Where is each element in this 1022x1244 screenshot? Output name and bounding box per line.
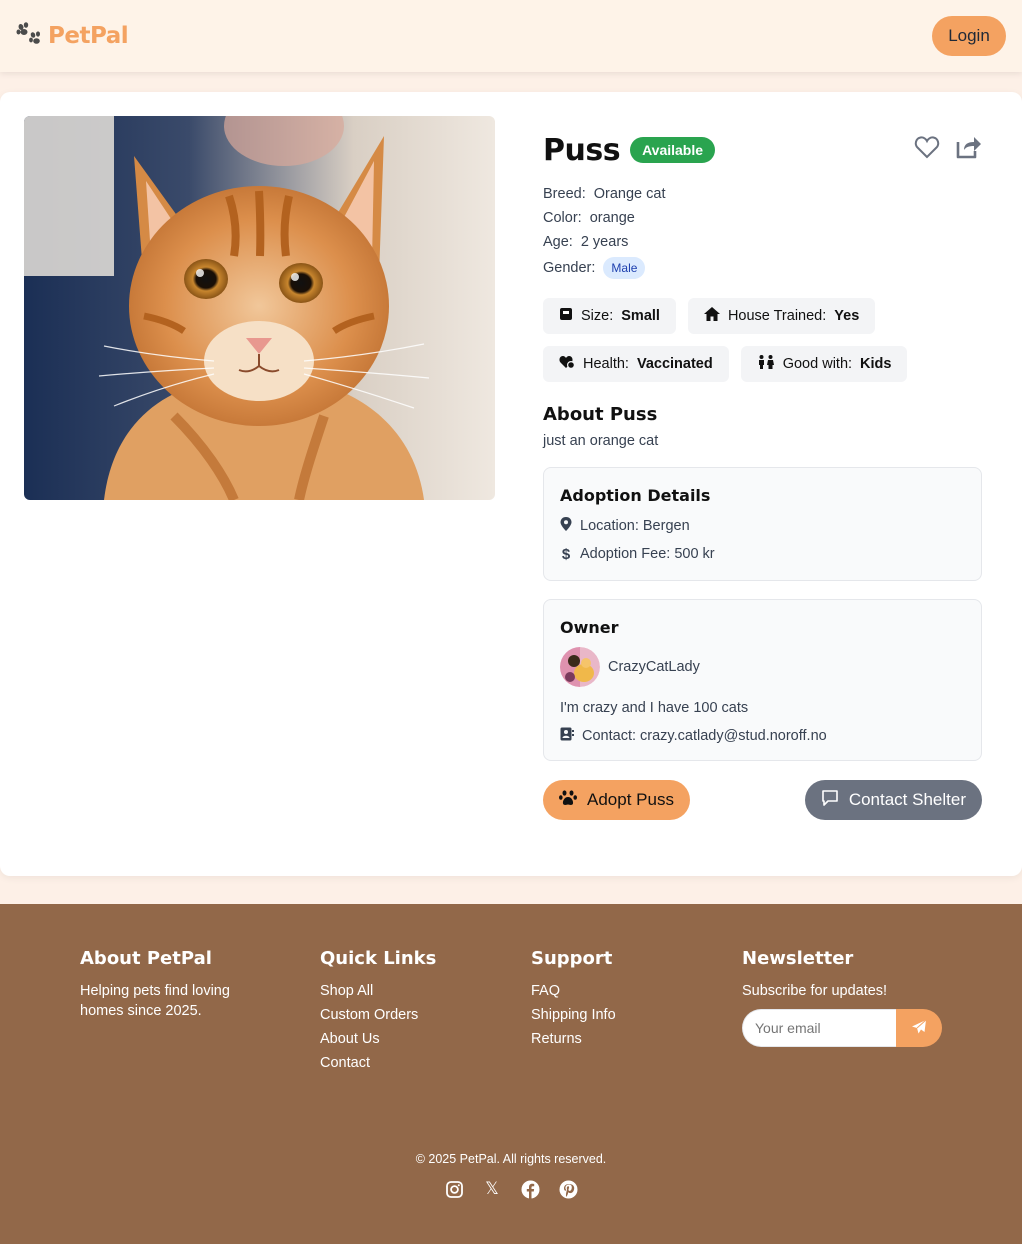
- fact-breed: Breed: Orange cat: [543, 182, 982, 206]
- paper-plane-icon: [911, 1019, 927, 1038]
- footer-newsletter: Newsletter Subscribe for updates!: [742, 948, 942, 1047]
- chip-label: Size:: [581, 308, 614, 324]
- fact-value: Orange cat: [593, 186, 666, 202]
- pet-detail-card: Puss Available Breed: Orange cat Color: or…: [0, 92, 1022, 876]
- share-icon[interactable]: [954, 134, 982, 165]
- footer-link-custom-orders[interactable]: Custom Orders: [320, 1005, 436, 1025]
- footer-support: Support FAQ Shipping Info Returns: [531, 948, 616, 1053]
- title-row: Puss Available: [543, 132, 982, 168]
- fact-label: Color:: [543, 210, 582, 226]
- pet-photo: [24, 116, 495, 500]
- pet-name: Puss: [543, 132, 621, 168]
- footer-about: About PetPal Helping pets find loving ho…: [80, 948, 260, 1021]
- chip-value: Vaccinated: [636, 356, 713, 372]
- about-title: About Puss: [543, 404, 658, 425]
- pinterest-icon[interactable]: [558, 1178, 578, 1200]
- login-button[interactable]: Login: [932, 16, 1006, 56]
- facebook-icon[interactable]: [520, 1178, 540, 1200]
- gender-badge: Male: [603, 257, 646, 279]
- status-badge: Available: [630, 137, 716, 163]
- chat-bubble-icon: [821, 789, 839, 811]
- fact-label: Gender:: [543, 260, 596, 276]
- pet-facts: Breed: Orange cat Color: orange Age: 2 year…: [543, 182, 982, 282]
- dollar-icon: $: [561, 545, 571, 563]
- chip-house-trained: House Trained: Yes: [687, 298, 876, 334]
- footer-link-faq[interactable]: FAQ: [531, 981, 616, 1001]
- fact-value: orange: [589, 210, 635, 226]
- paw-logo-icon: [16, 21, 42, 51]
- footer-support-title: Support: [531, 948, 613, 969]
- ruler-box-icon: [559, 307, 573, 325]
- footer-about-title: About PetPal: [80, 948, 212, 969]
- site-footer: About PetPal Helping pets find loving ho…: [0, 904, 1022, 1244]
- owner-box: Owner CrazyCatLady I'm crazy and I have …: [543, 599, 982, 761]
- avatar[interactable]: [560, 647, 600, 687]
- adopt-button-label: Adopt Puss: [587, 790, 674, 809]
- footer-newsletter-title: Newsletter: [742, 948, 854, 969]
- attribute-chips: Size: Small House Trained: Yes Health: Vacc…: [543, 298, 982, 382]
- owner-bio: I'm crazy and I have 100 cats: [560, 699, 965, 717]
- footer-about-text: Helping pets find loving homes since 202…: [80, 983, 230, 1019]
- footer-quick-links: Quick Links Shop All Custom Orders About…: [320, 948, 436, 1077]
- owner-contact: Contact: crazy.catlady@stud.noroff.no: [560, 727, 965, 745]
- adoption-fee: $ Adoption Fee: 500 kr: [560, 545, 965, 563]
- chip-health: Health: Vaccinated: [543, 346, 729, 382]
- brand-logo[interactable]: PetPal: [16, 21, 129, 51]
- pet-info: Puss Available Breed: Orange cat Color: or…: [543, 132, 982, 761]
- fee-text: Adoption Fee: 500 kr: [580, 546, 715, 562]
- fact-label: Breed:: [543, 186, 586, 202]
- favorite-heart-icon[interactable]: [914, 135, 940, 164]
- newsletter-form: [742, 1009, 942, 1047]
- owner-profile[interactable]: CrazyCatLady: [560, 647, 965, 687]
- location-text: Location: Bergen: [580, 518, 690, 534]
- x-icon[interactable]: 𝕏: [482, 1178, 502, 1200]
- newsletter-email-input[interactable]: [742, 1009, 896, 1047]
- adoption-details-box: Adoption Details Location: Bergen $ Adop…: [543, 467, 982, 581]
- about-text: just an orange cat: [543, 433, 659, 449]
- paw-icon: [559, 789, 577, 811]
- owner-name[interactable]: CrazyCatLady: [608, 659, 700, 675]
- fact-value: 2 years: [580, 234, 629, 250]
- adoption-details-title: Adoption Details: [560, 486, 711, 505]
- social-links: 𝕏: [0, 1178, 1022, 1200]
- copyright-text: © 2025 PetPal. All rights reserved.: [415, 1152, 607, 1166]
- action-buttons: Adopt Puss Contact Shelter: [543, 780, 982, 820]
- fact-color: Color: orange: [543, 206, 982, 230]
- heart-shield-icon: [559, 355, 576, 373]
- chip-label: Health:: [583, 356, 629, 372]
- site-header: PetPal Login: [0, 0, 1022, 72]
- title-actions: [914, 134, 982, 165]
- contact-shelter-button[interactable]: Contact Shelter: [804, 780, 982, 820]
- footer-link-shop-all[interactable]: Shop All: [320, 981, 436, 1001]
- fact-gender: Gender: Male: [543, 254, 982, 282]
- children-icon: [757, 355, 775, 373]
- owner-bio-text: I'm crazy and I have 100 cats: [560, 700, 749, 716]
- chip-size: Size: Small: [543, 298, 676, 334]
- footer-link-shipping-info[interactable]: Shipping Info: [531, 1005, 616, 1025]
- chip-value: Kids: [860, 356, 892, 372]
- map-pin-icon: [560, 517, 572, 535]
- footer-newsletter-text: Subscribe for updates!: [742, 983, 888, 999]
- fact-age: Age: 2 years: [543, 230, 982, 254]
- chip-good-with: Good with: Kids: [740, 346, 908, 382]
- house-icon: [703, 307, 720, 325]
- contact-card-icon: [560, 727, 574, 745]
- newsletter-submit-button[interactable]: [896, 1009, 942, 1047]
- contact-button-label: Contact Shelter: [848, 790, 966, 809]
- adoption-location: Location: Bergen: [560, 517, 965, 535]
- fact-label: Age:: [543, 234, 573, 250]
- chip-label: House Trained:: [727, 308, 827, 324]
- chip-value: Small: [621, 308, 660, 324]
- footer-link-about-us[interactable]: About Us: [320, 1029, 436, 1049]
- adopt-button[interactable]: Adopt Puss: [543, 780, 690, 820]
- footer-link-returns[interactable]: Returns: [531, 1029, 616, 1049]
- chip-label: Good with:: [782, 356, 853, 372]
- owner-title: Owner: [560, 618, 619, 637]
- chip-value: Yes: [834, 308, 860, 324]
- footer-link-contact[interactable]: Contact: [320, 1053, 436, 1073]
- instagram-icon[interactable]: [444, 1178, 464, 1200]
- footer-quick-links-title: Quick Links: [320, 948, 437, 969]
- contact-text[interactable]: Contact: crazy.catlady@stud.noroff.no: [582, 728, 827, 744]
- brand-name: PetPal: [48, 23, 129, 49]
